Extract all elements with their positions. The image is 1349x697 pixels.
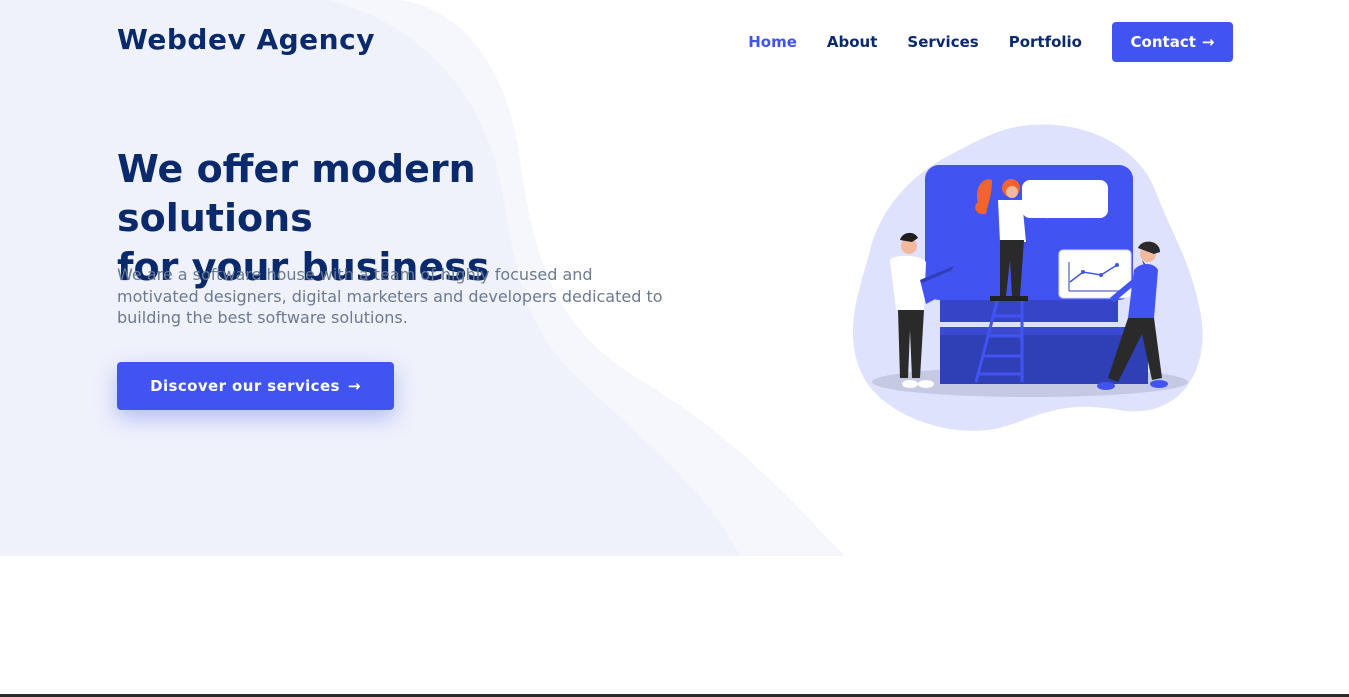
nav-link-about[interactable]: About	[827, 33, 878, 51]
discover-services-button[interactable]: Discover our services →	[117, 362, 394, 410]
contact-button[interactable]: Contact →	[1112, 22, 1233, 62]
nav-link-portfolio[interactable]: Portfolio	[1009, 33, 1082, 51]
nav-link-home[interactable]: Home	[748, 33, 797, 51]
team-illustration	[852, 124, 1203, 431]
discover-services-label: Discover our services	[150, 377, 340, 395]
nav-menu: Home About Services Portfolio Contact →	[718, 22, 1233, 62]
contact-button-label: Contact	[1130, 33, 1196, 51]
brand-logo[interactable]: Webdev Agency	[117, 23, 375, 56]
hero-title-line1: We offer modern solutions	[117, 147, 476, 240]
arrow-right-icon: →	[1201, 33, 1215, 51]
arrow-right-icon: →	[347, 377, 361, 395]
navbar: Webdev Agency Home About Services Portfo…	[117, 22, 1233, 62]
hero-subtitle: We are a software house with a team of h…	[117, 265, 663, 327]
nav-link-services[interactable]: Services	[907, 33, 978, 51]
page: Webdev Agency Home About Services Portfo…	[0, 0, 1349, 697]
